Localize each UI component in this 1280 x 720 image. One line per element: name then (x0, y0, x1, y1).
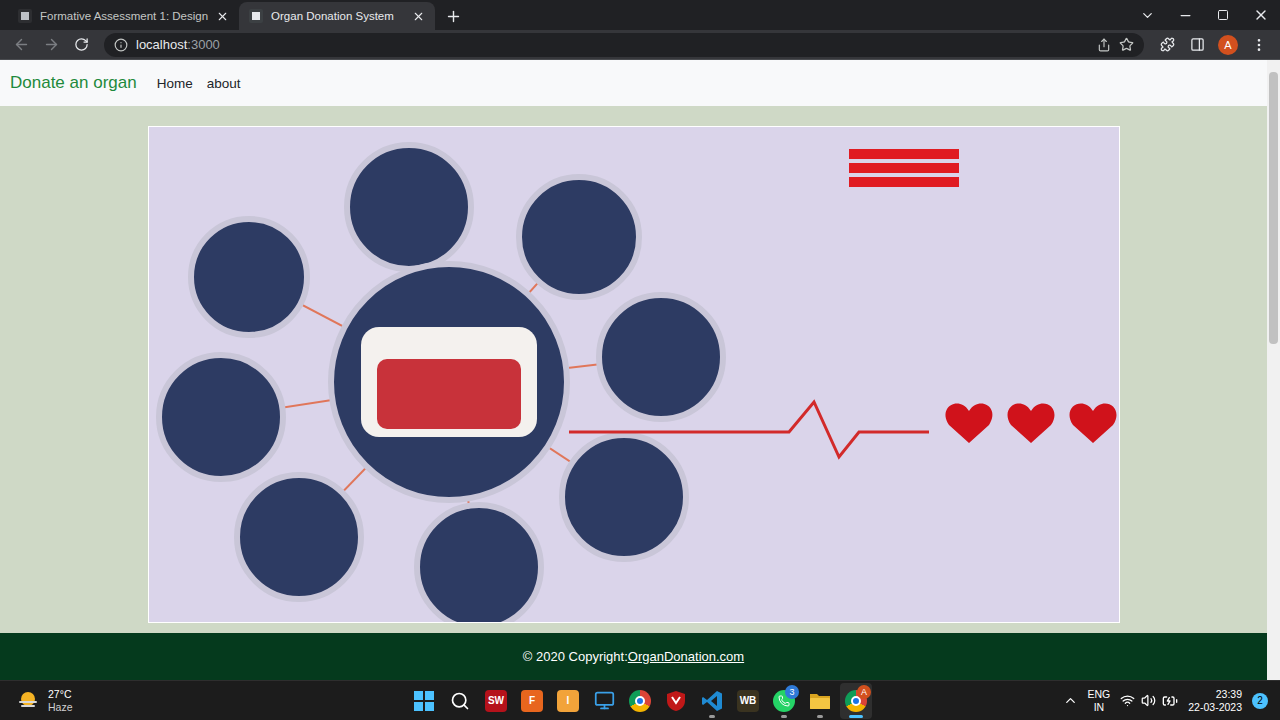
back-icon[interactable] (8, 32, 34, 58)
app-tile-icon: SW (485, 690, 507, 712)
taskbar-app[interactable] (588, 683, 620, 719)
haze-weather-icon (16, 689, 40, 713)
favicon-icon (18, 9, 32, 23)
taskbar-app[interactable] (624, 683, 656, 719)
page: Donate an organ Home about © 2020 Copyright… (0, 60, 1267, 680)
taskbar-app[interactable]: WB (732, 683, 764, 719)
language-indicator[interactable]: ENGIN (1088, 688, 1111, 714)
battery-icon (1162, 693, 1178, 709)
browser-tab[interactable]: Organ Donation System (239, 2, 435, 30)
system-tray: ENGIN 23:3922-03-2023 2 (872, 688, 1280, 714)
banner-image (149, 127, 1119, 622)
taskbar-apps: SW FI WB 3 A (408, 683, 872, 719)
shield-icon (666, 690, 686, 712)
weather-widget[interactable]: 27°CHaze (0, 688, 408, 714)
browser-tab[interactable]: Formative Assessment 1: Design (8, 2, 239, 30)
search-icon (450, 691, 470, 711)
hidden-icons-icon[interactable] (1063, 693, 1078, 708)
tab-title: Organ Donation System (271, 10, 404, 22)
navbar: Donate an organ Home about (0, 60, 1267, 106)
puzzle-icon[interactable] (1154, 32, 1180, 58)
menu-icon[interactable] (1246, 32, 1272, 58)
banner (148, 126, 1120, 623)
tab-strip: Formative Assessment 1: Design Organ Dona… (0, 0, 1280, 30)
taskbar-app[interactable] (804, 683, 836, 719)
favicon-icon (249, 9, 263, 23)
close-window-icon[interactable] (1242, 0, 1280, 30)
share-icon[interactable] (1097, 38, 1111, 52)
url-text: localhost:3000 (136, 37, 1089, 52)
taskbar-app[interactable] (408, 683, 440, 719)
forward-icon[interactable] (38, 32, 64, 58)
profile-avatar[interactable]: A (1218, 35, 1238, 55)
app-tile-icon: F (521, 690, 543, 712)
running-indicator (849, 715, 863, 718)
vscode-icon (701, 690, 723, 712)
running-indicator (709, 715, 715, 718)
scrollbar-thumb[interactable] (1269, 72, 1278, 344)
notification-badge[interactable]: 2 (1252, 693, 1268, 709)
close-icon[interactable] (412, 10, 425, 23)
taskbar-app[interactable]: F (516, 683, 548, 719)
temperature: 27°C (48, 688, 71, 701)
windows-icon (414, 691, 434, 711)
nav-link[interactable]: about (207, 76, 241, 91)
taskbar-app[interactable] (444, 683, 476, 719)
scrollbar[interactable] (1267, 60, 1280, 680)
taskbar-app[interactable] (660, 683, 692, 719)
weather-condition: Haze (48, 701, 73, 714)
taskbar: 27°CHaze SW FI WB 3 A ENGIN 23:3922-03-2023 2 (0, 680, 1280, 720)
clock[interactable]: 23:3922-03-2023 (1188, 688, 1242, 714)
footer-link[interactable]: OrganDonation.com (628, 649, 744, 664)
taskbar-app[interactable] (696, 683, 728, 719)
minimize-icon[interactable] (1166, 0, 1204, 30)
reload-icon[interactable] (68, 32, 94, 58)
screen: Formative Assessment 1: Design Organ Dona… (0, 0, 1280, 720)
address-bar[interactable]: localhost:3000 (104, 33, 1144, 57)
new-tab-icon[interactable] (439, 2, 467, 30)
copyright-text: © 2020 Copyright: (523, 649, 628, 664)
close-icon[interactable] (216, 10, 229, 23)
window-controls (1128, 0, 1280, 30)
brand-link[interactable]: Donate an organ (10, 73, 137, 93)
folder-icon (809, 691, 831, 711)
side-panel-icon[interactable] (1184, 32, 1210, 58)
app-badge: 3 (785, 685, 799, 699)
tab-title: Formative Assessment 1: Design (40, 10, 208, 22)
taskbar-app[interactable]: I (552, 683, 584, 719)
chrome-icon (629, 690, 651, 712)
wifi-icon (1120, 693, 1135, 708)
tab-search-icon[interactable] (1128, 0, 1166, 30)
running-indicator (817, 715, 823, 718)
viewport: Donate an organ Home about © 2020 Copyright… (0, 60, 1280, 680)
volume-icon (1141, 693, 1156, 708)
star-icon[interactable] (1119, 37, 1134, 52)
taskbar-app[interactable]: A (840, 683, 872, 719)
taskbar-app[interactable]: SW (480, 683, 512, 719)
address-row: localhost:3000 A (0, 30, 1280, 60)
maximize-icon[interactable] (1204, 0, 1242, 30)
running-indicator (781, 715, 787, 718)
taskbar-app[interactable]: 3 (768, 683, 800, 719)
app-tile-icon: WB (737, 690, 759, 712)
monitor-icon (594, 690, 615, 711)
nav-link[interactable]: Home (157, 76, 193, 91)
nav-links: Home about (157, 76, 241, 91)
app-tile-icon: I (557, 690, 579, 712)
footer: © 2020 Copyright:OrganDonation.com (0, 633, 1267, 680)
app-badge: A (857, 685, 871, 699)
main-content (0, 106, 1267, 633)
status-icons[interactable] (1120, 693, 1178, 709)
info-icon[interactable] (114, 38, 128, 52)
